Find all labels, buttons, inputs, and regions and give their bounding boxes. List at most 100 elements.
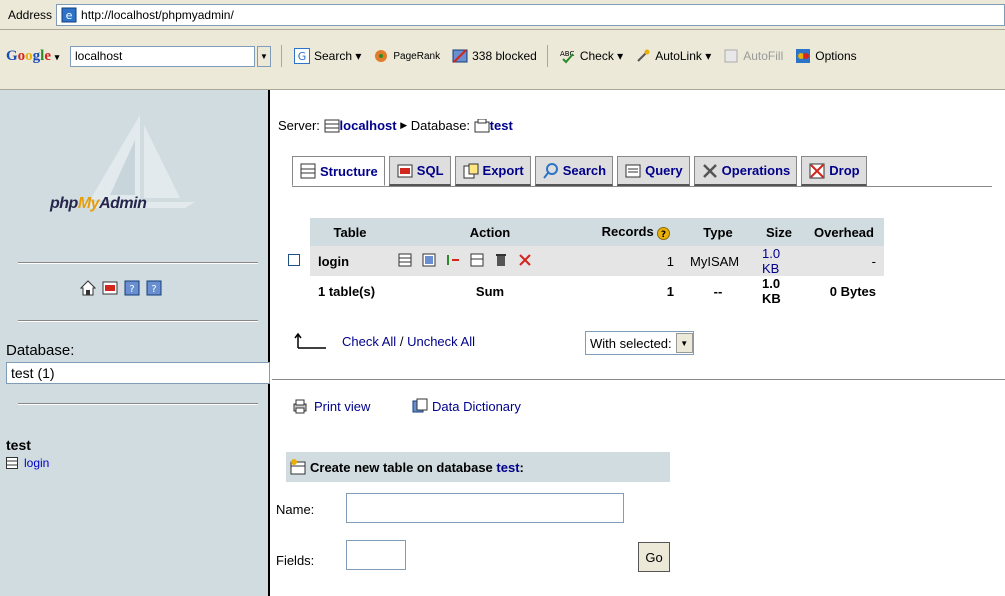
wand-icon (635, 48, 651, 64)
quick-links: ? ? (79, 280, 162, 296)
data-dictionary-link[interactable]: Data Dictionary (412, 398, 521, 414)
with-selected-dropdown[interactable]: With selected: ▼ (585, 331, 694, 355)
check-all-link[interactable]: Check All (342, 334, 396, 349)
summary-type: -- (682, 276, 754, 306)
svg-text:G: G (298, 50, 307, 63)
autolink-button[interactable]: AutoLink ▾ (635, 48, 711, 64)
sql-query-icon[interactable] (102, 280, 118, 296)
toolbar-separator (546, 45, 548, 67)
home-icon[interactable] (79, 280, 97, 296)
properties-icon[interactable] (470, 253, 484, 267)
tab-structure[interactable]: Structure (292, 156, 385, 186)
svg-text:?: ? (661, 230, 666, 240)
tab-query[interactable]: Query (617, 156, 690, 186)
divider (18, 320, 258, 322)
fields-label: Fields: (276, 553, 315, 568)
row-checkbox[interactable] (288, 253, 300, 266)
new-table-icon (290, 459, 306, 475)
help-icon[interactable]: ? (146, 280, 162, 296)
tab-bar: Structure SQL Export Search Query Operat… (292, 156, 867, 186)
popup-blocker-button[interactable]: 338 blocked (452, 48, 537, 64)
tab-sql[interactable]: SQL (388, 156, 451, 186)
breadcrumb: Server: localhost ▶ Database: test (278, 118, 513, 133)
flower-icon (373, 48, 389, 64)
server-link[interactable]: localhost (340, 118, 397, 133)
database-link[interactable]: test (490, 118, 513, 133)
col-header-type: Type (682, 218, 754, 246)
phpmyadmin-logo[interactable]: phpMyAdmin (50, 195, 147, 213)
summary-label: Sum (390, 276, 590, 306)
main-frame: Server: localhost ▶ Database: test Struc… (272, 90, 1005, 596)
uncheck-all-link[interactable]: Uncheck All (407, 334, 475, 349)
summary-row: 1 table(s) Sum 1 -- 1.0 KB 0 Bytes (280, 276, 884, 306)
divider (272, 379, 1005, 380)
current-database-name[interactable]: test (6, 437, 31, 453)
table-name-input[interactable] (346, 493, 624, 523)
fields-count-input[interactable] (346, 540, 406, 570)
col-header-table: Table (310, 218, 390, 246)
print-view-link[interactable]: Print view (292, 398, 370, 414)
tab-drop[interactable]: Drop (801, 156, 867, 186)
tables-list: Table Action Records ? Type Size Overhea… (280, 218, 884, 306)
options-button[interactable]: Options (795, 48, 857, 64)
address-label: Address (8, 7, 53, 22)
table-link-login[interactable]: login (6, 456, 49, 470)
tab-operations[interactable]: Operations (693, 156, 798, 186)
name-label: Name: (276, 502, 315, 517)
create-db-link[interactable]: test (496, 460, 519, 475)
summary-size: 1.0 KB (754, 276, 804, 306)
chevron-down-icon: ▼ (675, 333, 693, 353)
insert-icon[interactable] (446, 253, 460, 267)
url-input[interactable]: e http://localhost/phpmyadmin/ (56, 3, 1005, 26)
tab-export[interactable]: Export (454, 156, 531, 186)
table-row: login 1 MyISAM 1.0 KB - (280, 246, 884, 276)
ie-page-icon: e (61, 7, 77, 23)
tools-icon (701, 162, 719, 180)
summary-overhead: 0 Bytes (804, 276, 884, 306)
drop-icon[interactable] (518, 253, 532, 267)
docs-icon[interactable]: ? (124, 280, 140, 296)
summary-count: 1 table(s) (310, 276, 390, 306)
spellcheck-icon: ABC (560, 48, 576, 64)
google-g-icon: G (294, 48, 310, 64)
select-icon[interactable] (422, 253, 436, 267)
address-bar: Address e http://localhost/phpmyadmin/ (0, 0, 1005, 30)
bulk-select: Check All / Uncheck All (294, 332, 475, 350)
empty-icon[interactable] (494, 253, 508, 267)
svg-text:?: ? (129, 284, 134, 295)
tab-search[interactable]: Search (534, 156, 614, 186)
size-link[interactable]: 1.0 KB (754, 246, 804, 276)
col-header-action: Action (390, 218, 590, 246)
spellcheck-button[interactable]: ABC Check ▾ (560, 48, 623, 64)
sql-icon (396, 162, 414, 180)
help-icon[interactable]: ? (657, 226, 671, 240)
divider (18, 403, 258, 405)
create-table-header: Create new table on database test: (286, 452, 670, 482)
database-label: Database: (6, 342, 75, 359)
printer-icon (292, 398, 308, 414)
database-select[interactable]: test (1) (6, 362, 270, 384)
arrow-up-icon (294, 332, 328, 350)
server-label: Server: (278, 118, 320, 133)
autofill-button[interactable]: AutoFill (723, 48, 783, 64)
google-search-input[interactable]: localhost (70, 45, 255, 67)
google-logo[interactable]: Google ▾ (0, 48, 70, 65)
export-icon (462, 162, 480, 180)
popup-blocked-icon (452, 48, 468, 64)
col-header-overhead: Overhead (804, 218, 884, 246)
chevron-down-icon[interactable]: ▼ (257, 45, 271, 67)
go-button[interactable]: Go (638, 542, 670, 572)
table-name[interactable]: login (310, 246, 390, 276)
browse-icon[interactable] (398, 253, 412, 267)
google-toolbar: Google ▾ localhost ▼ G Search ▾ PageRank… (0, 30, 1005, 90)
drop-icon (808, 162, 826, 180)
left-navigation-frame: phpMyAdmin ? ? Database: test (1) test l… (0, 90, 270, 596)
pagerank-button[interactable]: PageRank (373, 48, 440, 64)
autofill-icon (723, 48, 739, 64)
records-value: 1 (590, 246, 682, 276)
structure-icon (299, 162, 317, 180)
google-search-button[interactable]: G Search ▾ (294, 48, 361, 64)
dictionary-icon (412, 398, 428, 414)
divider (18, 262, 258, 264)
overhead-value: - (804, 246, 884, 276)
